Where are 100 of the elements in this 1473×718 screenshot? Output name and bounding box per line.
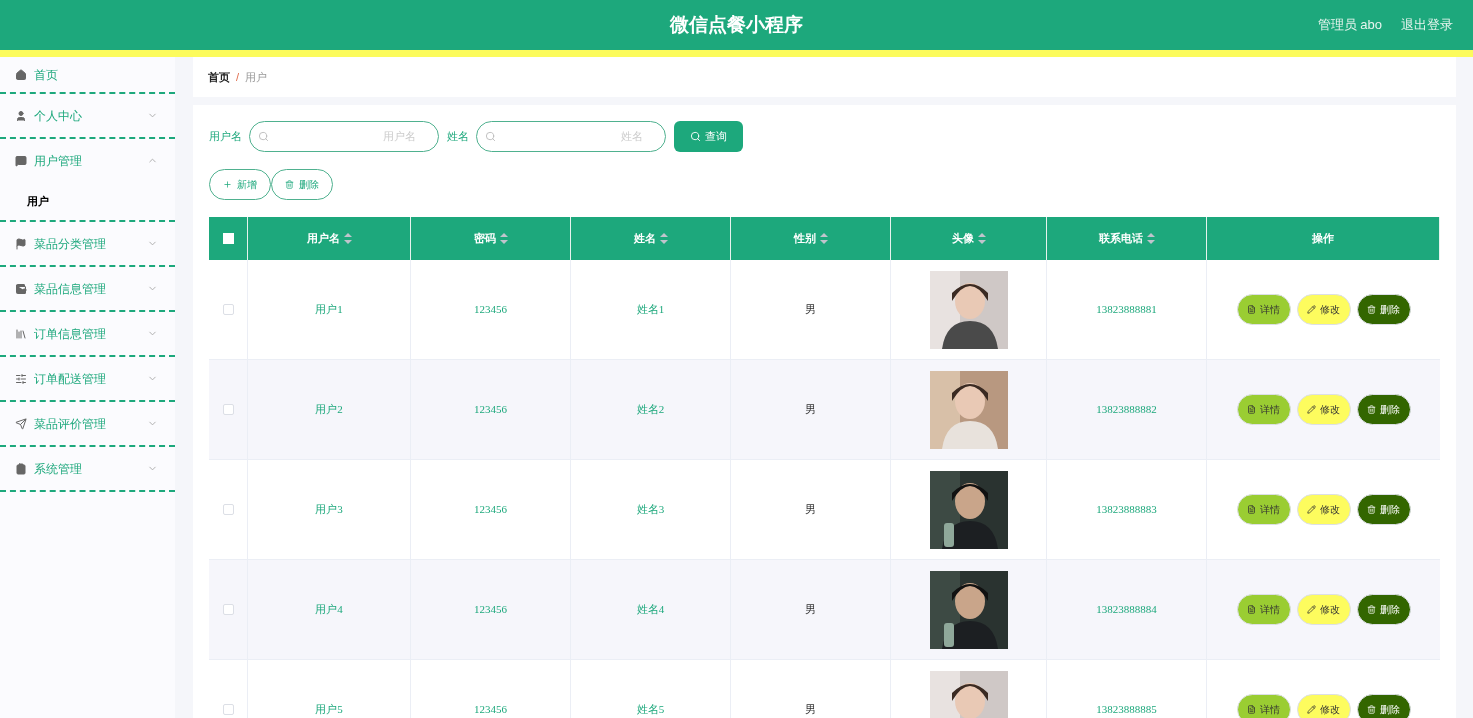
detail-button[interactable]: 详情 xyxy=(1236,294,1291,325)
table-cell-text: 13823888884 xyxy=(1096,602,1157,618)
table-cell-text: 13823888882 xyxy=(1096,402,1157,418)
table-cell-text: 用户5 xyxy=(315,702,343,718)
sliders-icon xyxy=(15,372,27,385)
table-cell-text: 用户4 xyxy=(315,602,343,618)
edit-button[interactable]: 修改 xyxy=(1296,494,1351,525)
trash-icon xyxy=(1367,305,1376,314)
send-icon xyxy=(15,417,27,430)
sort-icon[interactable] xyxy=(659,233,668,244)
chat-icon xyxy=(15,154,27,167)
trash-icon xyxy=(1367,505,1376,514)
column-header[interactable]: 密码 xyxy=(473,230,496,247)
submenu-item[interactable]: 用户 xyxy=(0,182,175,220)
admin-name: 管理员 abo xyxy=(1317,16,1382,35)
checkbox[interactable] xyxy=(222,304,234,315)
table-cell-text: 姓名4 xyxy=(636,602,665,618)
sort-icon[interactable] xyxy=(1146,233,1155,244)
table-cell-text: 13823888881 xyxy=(1096,302,1157,318)
document-icon xyxy=(1247,405,1256,414)
table-cell-text: 用户3 xyxy=(315,502,343,518)
delete-button[interactable]: 删除 xyxy=(1356,494,1411,525)
breadcrumb-link[interactable]: 首页 xyxy=(208,68,230,86)
table-cell-text: 123456 xyxy=(474,602,507,618)
search-icon xyxy=(690,130,701,142)
column-header[interactable]: 操作 xyxy=(1312,230,1334,247)
home-icon xyxy=(15,68,27,81)
column-header[interactable]: 姓名 xyxy=(633,230,656,247)
table-cell-text: 123456 xyxy=(474,702,507,718)
detail-button[interactable]: 详情 xyxy=(1236,394,1291,425)
menu-item[interactable]: 系统管理 xyxy=(0,447,175,490)
column-header[interactable]: 联系电话 xyxy=(1098,230,1143,247)
table-cell-text: 男 xyxy=(805,702,816,718)
menu-item[interactable]: 菜品信息管理 xyxy=(0,267,175,310)
pencil-icon xyxy=(1307,605,1316,614)
edit-button[interactable]: 修改 xyxy=(1296,694,1351,718)
breadcrumb-link[interactable]: 用户 xyxy=(245,68,268,86)
table-cell-text: 用户2 xyxy=(315,402,343,418)
column-header[interactable]: 头像 xyxy=(951,230,974,247)
pencil-icon xyxy=(1307,505,1316,514)
table-cell-text: 姓名3 xyxy=(636,502,665,518)
document-icon xyxy=(1247,505,1256,514)
app-title: 微信点餐小程序 xyxy=(670,12,803,37)
menu-item[interactable]: 个人中心 xyxy=(0,94,175,137)
table-cell-text: 男 xyxy=(805,302,816,318)
table-cell-text: 男 xyxy=(805,502,816,518)
table-cell-text: 姓名1 xyxy=(636,302,665,318)
sort-icon[interactable] xyxy=(499,233,508,244)
table-cell-text: 姓名2 xyxy=(636,402,665,418)
delete-button[interactable]: 删除 xyxy=(1356,394,1411,425)
logout-link[interactable]: 退出登录 xyxy=(1401,15,1453,35)
checkbox[interactable] xyxy=(222,704,234,715)
edit-button[interactable]: 修改 xyxy=(1296,294,1351,325)
checkbox[interactable] xyxy=(222,604,234,615)
checkbox[interactable] xyxy=(222,404,234,415)
checkbox[interactable] xyxy=(222,233,234,244)
search-icon xyxy=(485,130,496,142)
detail-button[interactable]: 详情 xyxy=(1236,494,1291,525)
column-header[interactable]: 用户名 xyxy=(306,230,340,247)
detail-button[interactable]: 详情 xyxy=(1236,694,1291,718)
menu-item[interactable]: 用户管理 xyxy=(0,139,175,182)
flag-icon xyxy=(15,237,27,250)
table-cell-text: 男 xyxy=(805,402,816,418)
menu-item[interactable]: 菜品评价管理 xyxy=(0,402,175,445)
books-icon xyxy=(15,327,27,340)
menu-item[interactable]: 菜品分类管理 xyxy=(0,222,175,265)
table-cell-text: 123456 xyxy=(474,402,507,418)
detail-button[interactable]: 详情 xyxy=(1236,594,1291,625)
pencil-icon xyxy=(1307,305,1316,314)
menu-item[interactable]: 订单配送管理 xyxy=(0,357,175,400)
document-icon xyxy=(1247,705,1256,714)
sort-icon[interactable] xyxy=(977,233,986,244)
edit-button[interactable]: 修改 xyxy=(1296,594,1351,625)
table-cell-text: 13823888883 xyxy=(1096,502,1157,518)
query-button[interactable]: 查询 xyxy=(674,120,743,152)
table-cell-text: 用户1 xyxy=(315,302,343,318)
search-icon xyxy=(258,130,269,142)
plus-icon xyxy=(223,180,232,189)
column-header[interactable]: 性别 xyxy=(793,230,816,247)
delete-button[interactable]: 删除 xyxy=(1356,694,1411,718)
table-cell-text: 13823888885 xyxy=(1096,702,1157,718)
checkbox[interactable] xyxy=(222,504,234,515)
trash-icon xyxy=(1367,605,1376,614)
menu-item[interactable]: 订单信息管理 xyxy=(0,312,175,355)
wallet-icon xyxy=(15,282,27,295)
clipboard-icon xyxy=(15,462,27,475)
document-icon xyxy=(1247,305,1256,314)
delete-button[interactable]: 删除 xyxy=(1356,294,1411,325)
edit-button[interactable]: 修改 xyxy=(1296,394,1351,425)
sort-icon[interactable] xyxy=(343,233,352,244)
user-icon xyxy=(15,109,27,122)
document-icon xyxy=(1247,605,1256,614)
menu-item[interactable]: 首页 xyxy=(0,57,175,92)
sort-icon[interactable] xyxy=(819,233,828,244)
breadcrumb-separator: / xyxy=(236,69,240,85)
pencil-icon xyxy=(1307,405,1316,414)
trash-icon xyxy=(285,180,294,189)
field-label: 用户名 xyxy=(209,128,242,144)
delete-button[interactable]: 删除 xyxy=(1356,594,1411,625)
table-cell-text: 123456 xyxy=(474,302,507,318)
